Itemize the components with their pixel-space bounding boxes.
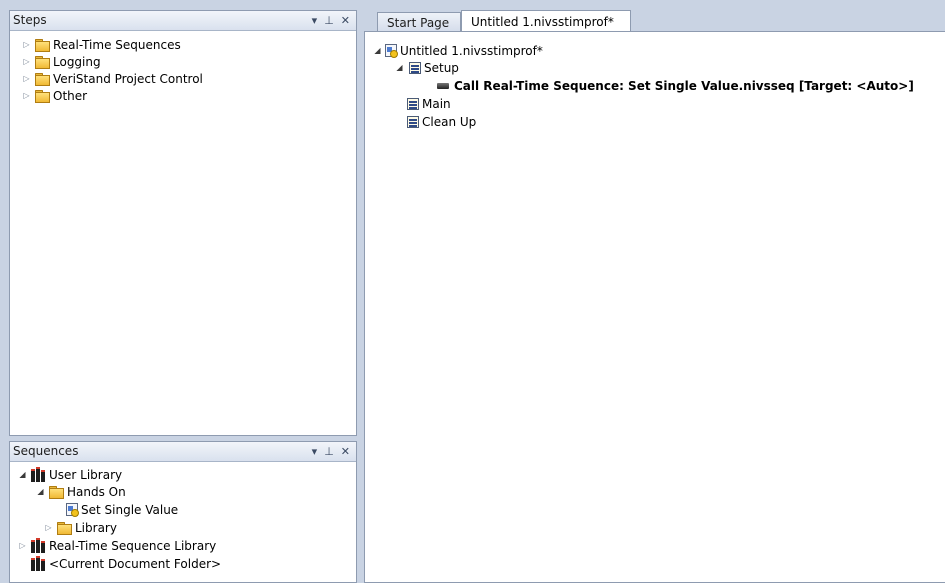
- collapse-icon[interactable]: ◢: [18, 470, 27, 479]
- sequences-panel: Sequences ▾ ⊥ ✕ ◢ User Library ◢ Hands O…: [9, 441, 357, 583]
- sequences-panel-tools: ▾ ⊥ ✕: [312, 443, 350, 460]
- tree-item-label: Main: [422, 96, 451, 111]
- folder-icon: [34, 55, 50, 69]
- tree-item-set-single-value[interactable]: Set Single Value: [66, 501, 178, 518]
- tree-item-logging[interactable]: ▷ Logging: [22, 53, 101, 70]
- tree-item-call-step[interactable]: Call Real-Time Sequence: Set Single Valu…: [437, 77, 914, 94]
- tree-item-clean-up[interactable]: Clean Up: [405, 113, 476, 130]
- expand-icon[interactable]: ▷: [18, 541, 27, 550]
- sequences-panel-title: Sequences: [13, 444, 79, 458]
- library-icon: [30, 537, 46, 553]
- tree-item-label: Clean Up: [422, 114, 477, 129]
- tree-item-label: Hands On: [67, 484, 126, 499]
- library-icon: [30, 466, 46, 482]
- folder-icon: [34, 72, 50, 86]
- step-group-icon: [407, 97, 419, 110]
- folder-icon: [48, 485, 64, 499]
- tree-item-label: Set Single Value: [81, 502, 179, 517]
- collapse-icon[interactable]: ◢: [395, 63, 404, 72]
- steps-panel-header: Steps ▾ ⊥ ✕: [10, 11, 356, 31]
- sequences-panel-header: Sequences ▾ ⊥ ✕: [10, 442, 356, 462]
- tree-item-veristand-project-control[interactable]: ▷ VeriStand Project Control: [22, 70, 203, 87]
- pin-icon[interactable]: ⊥: [324, 445, 334, 459]
- tree-item-label: Logging: [53, 54, 101, 69]
- tree-item-current-document-folder[interactable]: <Current Document Folder>: [30, 555, 221, 572]
- pin-icon[interactable]: ⊥: [324, 14, 334, 28]
- tab-label: Untitled 1.nivsstimprof*: [471, 14, 614, 29]
- tree-item-label: User Library: [49, 467, 123, 482]
- tree-item-label: VeriStand Project Control: [53, 71, 203, 86]
- folder-icon: [34, 89, 50, 103]
- dropdown-icon[interactable]: ▾: [312, 445, 318, 459]
- collapse-icon[interactable]: ◢: [36, 487, 45, 496]
- tree-item-other[interactable]: ▷ Other: [22, 87, 87, 104]
- tree-item-main[interactable]: Main: [405, 95, 451, 112]
- expand-icon[interactable]: ▷: [22, 57, 31, 66]
- folder-icon: [56, 521, 72, 535]
- tab-untitled-document[interactable]: Untitled 1.nivsstimprof*: [461, 10, 631, 32]
- tree-item-label: Real-Time Sequence Library: [49, 538, 217, 553]
- step-group-icon: [407, 115, 419, 128]
- folder-icon: [34, 38, 50, 52]
- tree-item-label: Call Real-Time Sequence: Set Single Valu…: [454, 78, 914, 93]
- call-sequence-icon: [437, 82, 449, 89]
- expand-icon[interactable]: ▷: [44, 523, 53, 532]
- stimulus-profile-icon: [385, 44, 398, 58]
- tab-label: Start Page: [387, 15, 450, 30]
- tree-item-user-library[interactable]: ◢ User Library: [18, 466, 122, 483]
- tree-item-label: Real-Time Sequences: [53, 37, 181, 52]
- library-icon: [30, 555, 46, 571]
- steps-panel: Steps ▾ ⊥ ✕ ▷ Real-Time Sequences ▷ Logg…: [9, 10, 357, 436]
- tree-item-label: Setup: [424, 60, 459, 75]
- tab-start-page[interactable]: Start Page: [377, 12, 461, 32]
- tree-item-document-root[interactable]: ◢ Untitled 1.nivsstimprof*: [373, 42, 543, 59]
- tree-item-real-time-sequences[interactable]: ▷ Real-Time Sequences: [22, 36, 181, 53]
- steps-panel-tools: ▾ ⊥ ✕: [312, 12, 350, 29]
- tree-item-label: Other: [53, 88, 88, 103]
- expand-icon[interactable]: ▷: [22, 74, 31, 83]
- dropdown-icon[interactable]: ▾: [312, 14, 318, 28]
- tree-item-label: Untitled 1.nivsstimprof*: [400, 43, 543, 58]
- close-icon[interactable]: ✕: [341, 445, 350, 459]
- expand-icon[interactable]: ▷: [22, 91, 31, 100]
- tree-item-label: Library: [75, 520, 117, 535]
- tree-item-setup[interactable]: ◢ Setup: [395, 59, 459, 76]
- close-icon[interactable]: ✕: [341, 14, 350, 28]
- collapse-icon[interactable]: ◢: [373, 46, 382, 55]
- tree-item-hands-on[interactable]: ◢ Hands On: [36, 483, 126, 500]
- steps-panel-title: Steps: [13, 13, 47, 27]
- step-group-icon: [409, 61, 421, 74]
- expand-icon[interactable]: ▷: [22, 40, 31, 49]
- document-editor: ◢ Untitled 1.nivsstimprof* ◢ Setup Call …: [364, 31, 945, 583]
- tree-item-real-time-sequence-library[interactable]: ▷ Real-Time Sequence Library: [18, 537, 216, 554]
- tree-item-label: <Current Document Folder>: [49, 556, 222, 571]
- tree-item-library[interactable]: ▷ Library: [44, 519, 117, 536]
- sequence-file-icon: [66, 503, 79, 517]
